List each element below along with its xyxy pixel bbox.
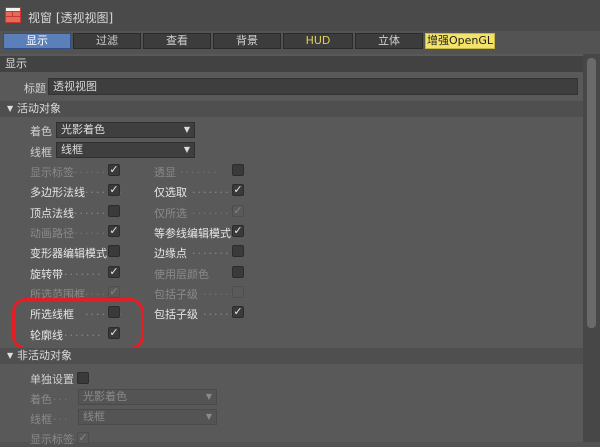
title-bar: 视窗 [透视视图] — [0, 0, 600, 31]
checkbox-vertex-normals[interactable] — [108, 205, 120, 217]
wire-label: 线框 — [30, 146, 52, 159]
option-label: 包括子级 — [154, 308, 198, 321]
option-label: 使用层颜色 — [154, 268, 209, 281]
dot-leader: ....... — [192, 244, 231, 257]
option-label: 边缘点 — [154, 247, 187, 260]
option-label: 仅所选 — [154, 207, 187, 220]
panel-header: 显示 — [0, 56, 583, 72]
chevron-down-icon: ▼ — [205, 412, 212, 421]
wire-dropdown[interactable]: 线框 ▼ — [56, 142, 195, 158]
checkbox-animation-path[interactable]: ✓ — [108, 225, 120, 237]
scrollbar-thumb[interactable] — [587, 58, 596, 328]
inactive-wire-dropdown[interactable]: 线框 ▼ — [78, 409, 217, 425]
tab-enhanced-opengl[interactable]: 增强OpenGL — [425, 33, 495, 49]
dot-leader: ... — [53, 390, 70, 403]
checkbox-selection-bbox[interactable]: ✓ — [108, 286, 120, 298]
option-label: 显示标签 — [30, 166, 74, 179]
dot-leader: ... — [53, 410, 70, 423]
inactive-objects-label: 非活动对象 — [17, 349, 72, 362]
option-label: 等参线编辑模式 — [154, 227, 231, 240]
dot-leader: ....... — [74, 204, 113, 217]
checkbox-rotation-band[interactable]: ✓ — [108, 266, 120, 278]
shading-label: 着色 — [30, 125, 52, 138]
dot-leader: ....... — [64, 265, 103, 278]
tab-display[interactable]: 显示 — [3, 33, 71, 49]
inactive-shading-label: 着色 — [30, 393, 52, 406]
checkbox-polygon-normals[interactable]: ✓ — [108, 184, 120, 196]
option-label: 旋转带 — [30, 268, 63, 281]
chevron-down-icon: ▼ — [205, 392, 212, 401]
option-label: 顶点法线 — [30, 207, 74, 220]
panel-header-label: 显示 — [5, 57, 27, 70]
collapse-arrow-icon: ▼ — [7, 351, 14, 360]
dot-leader: ....... — [74, 224, 113, 237]
chevron-down-icon: ▼ — [183, 125, 190, 134]
option-label: 仅选取 — [154, 186, 187, 199]
collapse-arrow-icon: ▼ — [7, 104, 14, 113]
inactive-shading-value: 光影着色 — [83, 390, 127, 403]
active-objects-section[interactable]: ▼ 活动对象 — [0, 101, 583, 117]
title-label: 标题 — [24, 82, 46, 95]
tab-view[interactable]: 查看 — [143, 33, 211, 49]
chevron-down-icon: ▼ — [183, 145, 190, 154]
viewport-icon — [5, 7, 21, 23]
separate-settings-label: 单独设置 — [30, 373, 74, 386]
tab-stereo[interactable]: 立体 — [355, 33, 423, 49]
checkbox-include-children-dim[interactable] — [232, 286, 244, 298]
dot-leader: ....... — [192, 204, 231, 217]
dot-leader: ....... — [192, 183, 231, 196]
checkbox-selected-only[interactable]: ✓ — [232, 205, 244, 217]
inactive-shading-dropdown[interactable]: 光影着色 ▼ — [78, 389, 217, 405]
shading-dropdown[interactable]: 光影着色 ▼ — [56, 122, 195, 138]
checkbox-inactive-show-tags[interactable]: ✓ — [77, 432, 89, 444]
checkbox-include-children[interactable]: ✓ — [232, 306, 244, 318]
option-label: 变形器编辑模式 — [30, 247, 107, 260]
wire-value: 线框 — [61, 143, 83, 156]
checkbox-isoparm-edit-mode[interactable]: ✓ — [232, 225, 244, 237]
dot-leader: ....... — [74, 163, 113, 176]
tab-background[interactable]: 背景 — [213, 33, 281, 49]
inactive-wire-label: 线框 — [30, 413, 52, 426]
checkbox-select-only[interactable]: ✓ — [232, 184, 244, 196]
inactive-show-tags-label: 显示标签 — [30, 433, 74, 446]
checkbox-separate-settings[interactable] — [77, 372, 89, 384]
title-field[interactable]: 透视视图 — [48, 78, 578, 95]
tab-filter[interactable]: 过滤 — [73, 33, 141, 49]
option-label: 多边形法线 — [30, 186, 85, 199]
tab-hud[interactable]: HUD — [283, 33, 353, 49]
window-title: 视窗 [透视视图] — [28, 11, 114, 25]
option-label: 透显 — [154, 166, 176, 179]
checkbox-edge-points[interactable] — [232, 245, 244, 257]
checkbox-xray[interactable] — [232, 164, 244, 176]
active-objects-label: 活动对象 — [17, 102, 61, 115]
inactive-objects-section[interactable]: ▼ 非活动对象 — [0, 348, 583, 364]
inactive-wire-value: 线框 — [83, 410, 105, 423]
option-label: 包括子级 — [154, 288, 198, 301]
dot-leader: ....... — [180, 163, 219, 176]
option-label: 动画路径 — [30, 227, 74, 240]
highlight-circle — [12, 298, 144, 350]
checkbox-show-tags[interactable]: ✓ — [108, 164, 120, 176]
checkbox-deformer-edit-mode[interactable] — [108, 245, 120, 257]
shading-value: 光影着色 — [61, 123, 105, 136]
checkbox-use-layer-color[interactable] — [232, 266, 244, 278]
